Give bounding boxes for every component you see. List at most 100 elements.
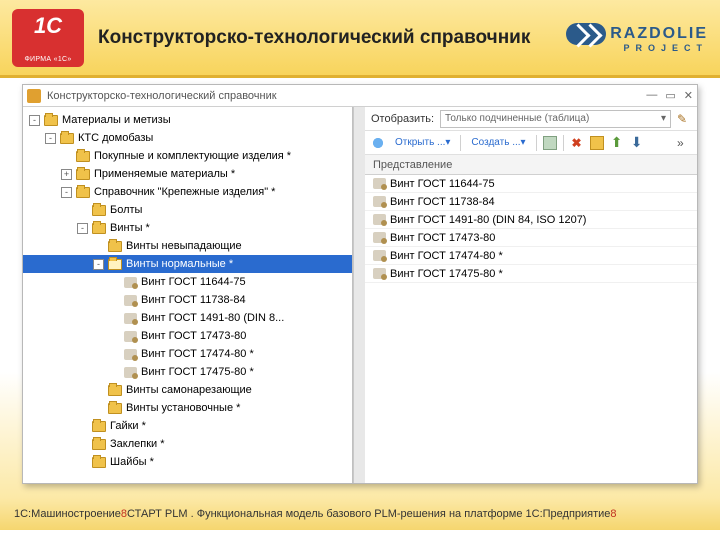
list-item[interactable]: Винт ГОСТ 17473-80 [365, 229, 697, 247]
list-item[interactable]: Винт ГОСТ 11738-84 [365, 193, 697, 211]
window-titlebar[interactable]: Конструкторско-технологический справочни… [23, 85, 697, 107]
expand-toggle[interactable]: - [45, 133, 56, 144]
tree-node[interactable]: Винт ГОСТ 11738-84 [23, 291, 352, 309]
tree-label: Винт ГОСТ 17473-80 [141, 330, 246, 342]
logo-razdolie: RAZDOLIE PROJECT [566, 23, 708, 53]
open-button[interactable]: Открыть ... ▾ [391, 134, 454, 152]
list-body: Винт ГОСТ 11644-75 Винт ГОСТ 11738-84 Винт… [365, 175, 697, 483]
tree-node[interactable]: - Винты * [23, 219, 352, 237]
tree-label: Винт ГОСТ 1491-80 (DIN 8... [141, 312, 284, 324]
list-item[interactable]: Винт ГОСТ 11644-75 [365, 175, 697, 193]
tree-node[interactable]: Покупные и комплектующие изделия * [23, 147, 352, 165]
expand-toggle [77, 205, 88, 216]
folder-icon [44, 115, 58, 126]
create-button[interactable]: Создать ... ▾ [467, 134, 529, 152]
item-icon [124, 277, 137, 288]
maximize-button[interactable]: ▭ [665, 89, 675, 102]
info-icon[interactable] [371, 136, 385, 150]
item-icon [124, 349, 137, 360]
expand-toggle [77, 421, 88, 432]
expand-toggle [109, 367, 120, 378]
folder-icon [92, 421, 106, 432]
expand-toggle[interactable]: - [29, 115, 40, 126]
stage: Конструкторско-технологический справочни… [0, 78, 720, 498]
expand-toggle [93, 241, 104, 252]
list-header[interactable]: Представление [365, 155, 697, 175]
expand-toggle[interactable]: - [77, 223, 88, 234]
tree-label: Шайбы * [110, 456, 154, 468]
right-pane: Отобразить: Только подчиненные (таблица)… [365, 107, 697, 483]
expand-toggle [109, 277, 120, 288]
tree-label: Винт ГОСТ 11644-75 [141, 276, 246, 288]
expand-toggle[interactable]: - [61, 187, 72, 198]
filter-label: Отобразить: [371, 113, 434, 125]
list-item[interactable]: Винт ГОСТ 1491-80 (DIN 84, ISO 1207) [365, 211, 697, 229]
move-up-icon[interactable]: ⬆ [610, 136, 624, 150]
list-item[interactable]: Винт ГОСТ 17475-80 * [365, 265, 697, 283]
copy-icon[interactable] [543, 136, 557, 150]
expand-toggle[interactable]: - [93, 259, 104, 270]
tree-node[interactable]: - КТС домобазы [23, 129, 352, 147]
list-label: Винт ГОСТ 17474-80 * [390, 250, 503, 262]
expand-toggle [93, 403, 104, 414]
tree-node[interactable]: Заклепки * [23, 435, 352, 453]
tree-label: Гайки * [110, 420, 146, 432]
item-icon [373, 268, 386, 279]
toolbar: Открыть ... ▾ Создать ... ▾ ✖ ⬆ ⬇ » [365, 131, 697, 155]
item-icon [124, 295, 137, 306]
expand-toggle [77, 457, 88, 468]
tree-node[interactable]: Винт ГОСТ 1491-80 (DIN 8... [23, 309, 352, 327]
folder-icon[interactable] [590, 136, 604, 150]
folder-icon [108, 403, 122, 414]
expand-toggle [61, 151, 72, 162]
item-icon [373, 214, 386, 225]
splitter[interactable] [353, 107, 365, 483]
logo-1c [12, 9, 84, 67]
tree-node[interactable]: Болты [23, 201, 352, 219]
tree-node[interactable]: Гайки * [23, 417, 352, 435]
minimize-button[interactable]: — [646, 89, 657, 102]
tree-node[interactable]: + Применяемые материалы * [23, 165, 352, 183]
list-item[interactable]: Винт ГОСТ 17474-80 * [365, 247, 697, 265]
tree-label: Винт ГОСТ 11738-84 [141, 294, 246, 306]
tree-label: Болты [110, 204, 142, 216]
page-header: Конструкторско-технологический справочни… [0, 0, 720, 78]
tree-label: КТС домобазы [78, 132, 153, 144]
tree-label: Винт ГОСТ 17474-80 * [141, 348, 254, 360]
expand-toggle[interactable]: + [61, 169, 72, 180]
tree-node[interactable]: Шайбы * [23, 453, 352, 471]
close-button[interactable]: ✕ [684, 89, 693, 102]
delete-icon[interactable]: ✖ [570, 136, 584, 150]
tree-label: Винты * [110, 222, 150, 234]
tree-node[interactable]: -Справочник "Крепежные изделия" * [23, 183, 352, 201]
tree-node[interactable]: Винт ГОСТ 11644-75 [23, 273, 352, 291]
expand-toggle [93, 385, 104, 396]
tree-pane: -Материалы и метизы-КТС домобазыПокупные… [23, 107, 353, 483]
tree-node[interactable]: -Винты нормальные * [23, 255, 352, 273]
footer: 1С:Машиностроение 8 СТАРТ PLM . Функцион… [0, 498, 720, 530]
item-icon [124, 331, 137, 342]
tree-label: Винты невыпадающие [126, 240, 242, 252]
folder-icon [108, 259, 122, 270]
list-label: Винт ГОСТ 11738-84 [390, 196, 495, 208]
item-icon [373, 250, 386, 261]
tree-node[interactable]: Винты самонарезающие [23, 381, 352, 399]
tree-node[interactable]: Винты установочные * [23, 399, 352, 417]
folder-icon [92, 223, 106, 234]
folder-icon [76, 169, 90, 180]
tree-node[interactable]: Винт ГОСТ 17473-80 [23, 327, 352, 345]
expand-toggle [109, 295, 120, 306]
tree[interactable]: -Материалы и метизы-КТС домобазыПокупные… [23, 111, 352, 479]
move-down-icon[interactable]: ⬇ [630, 136, 644, 150]
tree-node[interactable]: -Материалы и метизы [23, 111, 352, 129]
item-icon [124, 367, 137, 378]
tree-node[interactable]: Винты невыпадающие [23, 237, 352, 255]
tree-node[interactable]: Винт ГОСТ 17475-80 * [23, 363, 352, 381]
folder-icon [76, 151, 90, 162]
tree-node[interactable]: Винт ГОСТ 17474-80 * [23, 345, 352, 363]
tree-label: Покупные и комплектующие изделия * [94, 150, 291, 162]
tree-label: Применяемые материалы * [94, 168, 235, 180]
more-icon[interactable]: » [677, 136, 691, 150]
edit-icon[interactable]: ✎ [677, 112, 691, 126]
filter-select[interactable]: Только подчиненные (таблица) ▾ [440, 110, 671, 128]
